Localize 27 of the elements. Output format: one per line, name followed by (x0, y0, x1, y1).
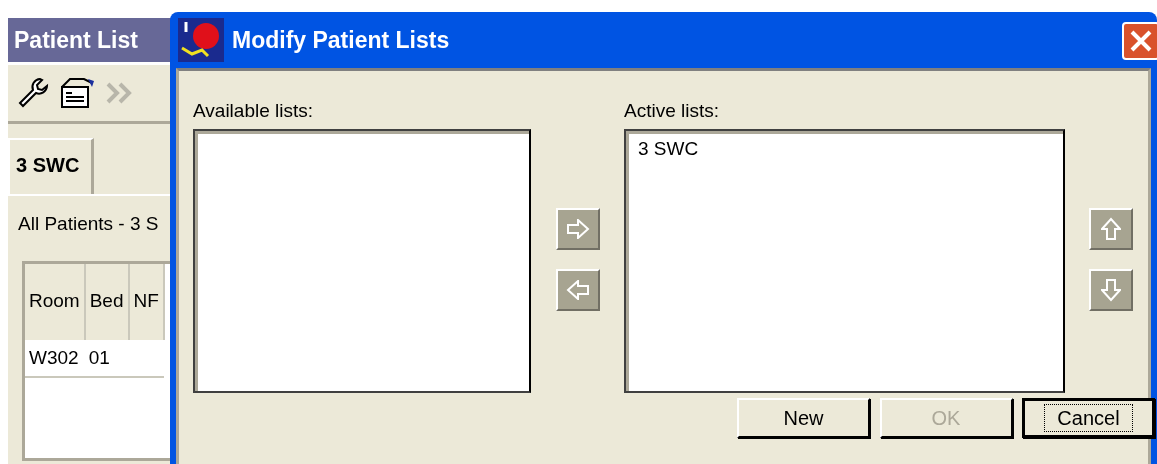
app-logo-icon (178, 18, 224, 62)
list-tab[interactable]: 3 SWC (8, 138, 95, 194)
dialog-button[interactable]: New (737, 398, 870, 438)
properties-icon[interactable] (60, 77, 96, 109)
column-header[interactable]: Room (25, 263, 85, 340)
list-item[interactable]: 3 SWC (626, 131, 1063, 168)
column-header[interactable]: Bed (84, 263, 129, 340)
active-lists-label: Active lists: (624, 99, 721, 123)
active-lists-box[interactable]: 3 SWC (624, 129, 1065, 393)
dialog-title: Modify Patient Lists (232, 25, 450, 55)
move-up-button[interactable] (1089, 208, 1133, 250)
dialog-button[interactable]: Cancel (1022, 398, 1155, 438)
down-arrow-icon (1101, 278, 1121, 302)
left-arrow-icon (566, 280, 590, 300)
column-header[interactable]: NF (128, 263, 164, 340)
available-lists-box[interactable] (193, 129, 531, 393)
table-cell: W302 (25, 339, 85, 377)
up-arrow-icon (1101, 217, 1121, 241)
available-lists-label: Available lists: (193, 99, 315, 123)
table-cell: 01 (84, 339, 129, 377)
move-right-button[interactable] (556, 208, 600, 250)
list-caption: All Patients - 3 S (18, 212, 160, 236)
right-arrow-icon (566, 219, 590, 239)
close-button[interactable] (1122, 22, 1157, 60)
move-down-button[interactable] (1089, 269, 1133, 311)
move-left-button[interactable] (556, 269, 600, 311)
wrench-icon[interactable] (16, 76, 50, 110)
